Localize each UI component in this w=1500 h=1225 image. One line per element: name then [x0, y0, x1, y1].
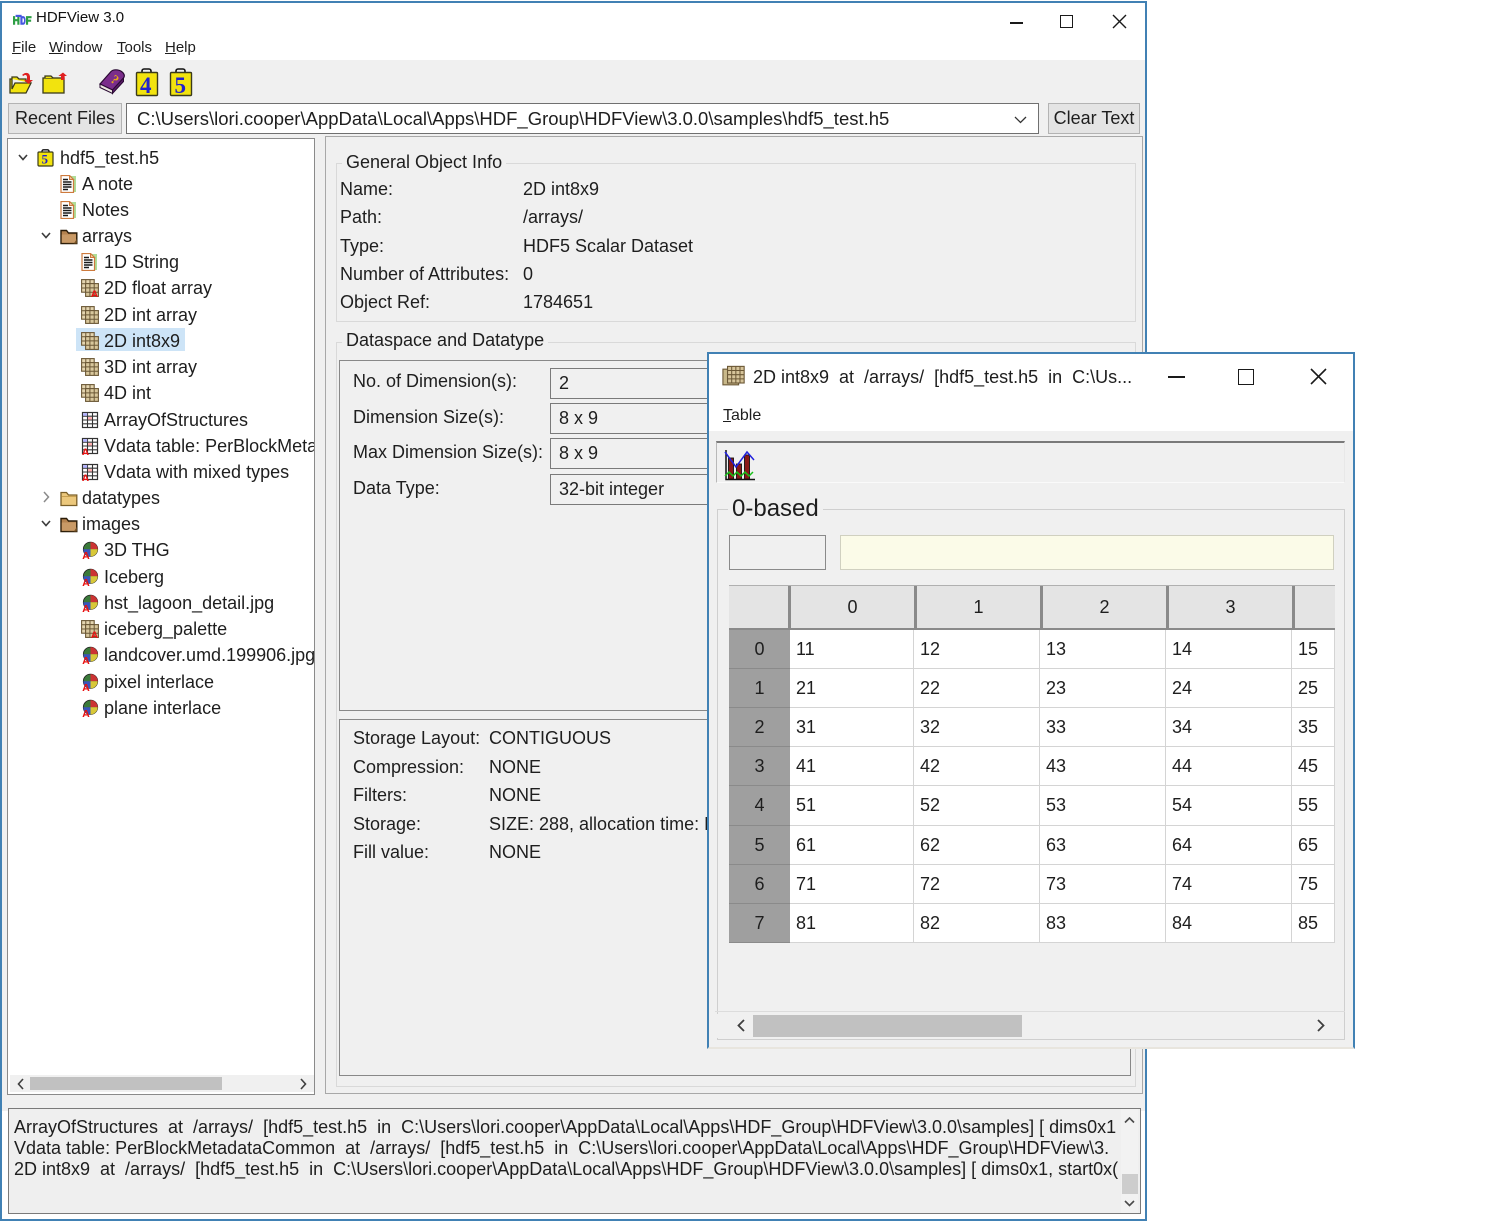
- svg-text:5: 5: [175, 73, 187, 97]
- svg-text:4: 4: [140, 73, 152, 97]
